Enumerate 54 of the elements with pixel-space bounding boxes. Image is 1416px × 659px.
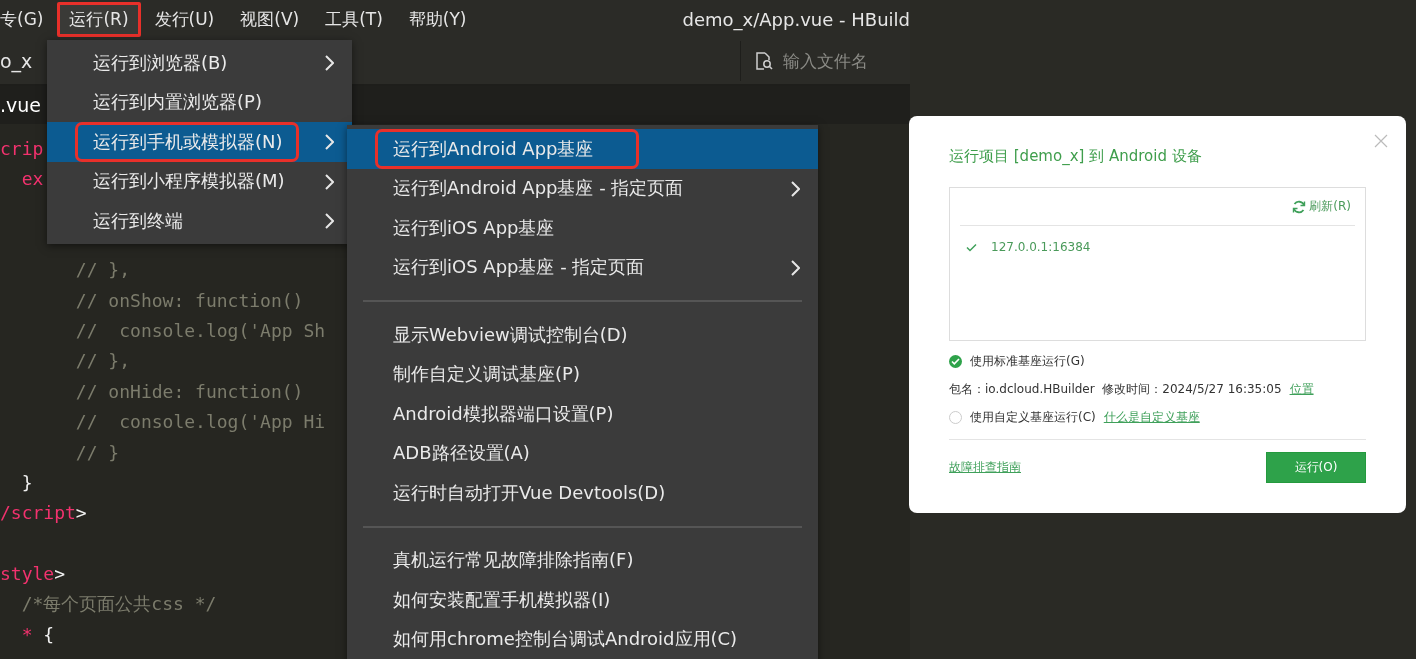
device-address[interactable]: 127.0.0.1:16384 bbox=[991, 240, 1091, 254]
menu-item[interactable]: 显示Webview调试控制台(D) bbox=[347, 315, 818, 355]
menu-item[interactable]: 运行到浏览器(B) bbox=[47, 43, 352, 83]
menu-item[interactable]: 真机运行常见故障排除指南(F) bbox=[347, 540, 818, 580]
code-text: // onHide: function() bbox=[74, 380, 304, 402]
code-text: // }, bbox=[74, 259, 131, 281]
code-text: // console.log('App Sh bbox=[74, 320, 326, 342]
menu-bar-item[interactable]: 视图(V) bbox=[228, 1, 312, 37]
menu-item[interactable]: 运行到内置浏览器(P) bbox=[47, 82, 352, 122]
window-title: demo_x/App.vue - HBuild bbox=[682, 8, 910, 30]
troubleshooting-link[interactable]: 故障排查指南 bbox=[949, 459, 1021, 476]
refresh-icon bbox=[1292, 199, 1307, 214]
code-text: /*每个页面公共css */ bbox=[20, 592, 217, 617]
menu-item[interactable]: 运行到手机或模拟器(N) bbox=[47, 122, 352, 162]
code-text: /script bbox=[0, 502, 76, 524]
menu-item[interactable]: 如何安装配置手机模拟器(I) bbox=[347, 580, 818, 620]
code-text: * bbox=[20, 623, 33, 645]
code-text: > bbox=[75, 502, 87, 524]
code-text: // console.log('App Hi bbox=[74, 411, 326, 433]
code-text: // } bbox=[74, 441, 120, 463]
code-text: crip bbox=[0, 137, 44, 159]
refresh-button[interactable]: 刷新(R) bbox=[1292, 198, 1355, 215]
menu-bar-item[interactable]: 运行(R) bbox=[57, 1, 141, 37]
dialog-title: 运行项目 [demo_x] 到 Android 设备 bbox=[949, 147, 1203, 166]
menu-bar-item[interactable]: 工具(T) bbox=[313, 1, 395, 37]
menu-bar-item[interactable]: 专(G) bbox=[0, 1, 56, 37]
menu-item[interactable]: 运行到iOS App基座 bbox=[347, 208, 818, 248]
menu-item[interactable]: ADB路径设置(A) bbox=[347, 433, 818, 473]
menu-item[interactable]: 制作自定义调试基座(P) bbox=[347, 354, 818, 394]
file-search-icon bbox=[755, 52, 773, 70]
menu-bar-item[interactable]: 帮助(Y) bbox=[396, 1, 479, 37]
menu-bar-item[interactable]: 发行(U) bbox=[142, 1, 227, 37]
code-text: ex bbox=[20, 168, 44, 190]
menu-item[interactable]: 运行时自动打开Vue Devtools(D) bbox=[347, 473, 818, 513]
code-text: { bbox=[42, 623, 55, 645]
radio-button[interactable] bbox=[949, 355, 962, 368]
close-icon[interactable] bbox=[1374, 134, 1388, 148]
menu-item[interactable]: 运行到Android App基座 - 指定页面 bbox=[347, 168, 818, 208]
option-label[interactable]: 使用标准基座运行(G) bbox=[970, 353, 1085, 370]
code-text: } bbox=[20, 472, 33, 493]
code-text: > bbox=[54, 563, 66, 585]
menu-item[interactable]: 运行到Android App基座 bbox=[347, 129, 818, 169]
file-search-field[interactable]: 输入文件名 bbox=[783, 51, 903, 71]
editor-tab[interactable]: o_x bbox=[0, 50, 33, 72]
code-text: // }, bbox=[74, 350, 131, 372]
package-info: 包名：io.dcloud.HBuilder 修改时间：2024/5/27 16:35:05 bbox=[949, 381, 1282, 398]
menu-item[interactable]: Android模拟器端口设置(P) bbox=[347, 394, 818, 434]
option-label[interactable]: 使用自定义基座运行(C) bbox=[970, 409, 1096, 426]
location-link[interactable]: 位置 bbox=[1289, 381, 1314, 398]
code-text: style bbox=[0, 563, 55, 585]
code-text: // onShow: function() bbox=[74, 289, 304, 311]
menu-item[interactable]: 运行到iOS App基座 - 指定页面 bbox=[347, 247, 818, 287]
file-tab[interactable]: .vue bbox=[0, 94, 41, 116]
menu-item[interactable]: 如何用chrome控制台调试Android应用(C) bbox=[347, 619, 818, 659]
